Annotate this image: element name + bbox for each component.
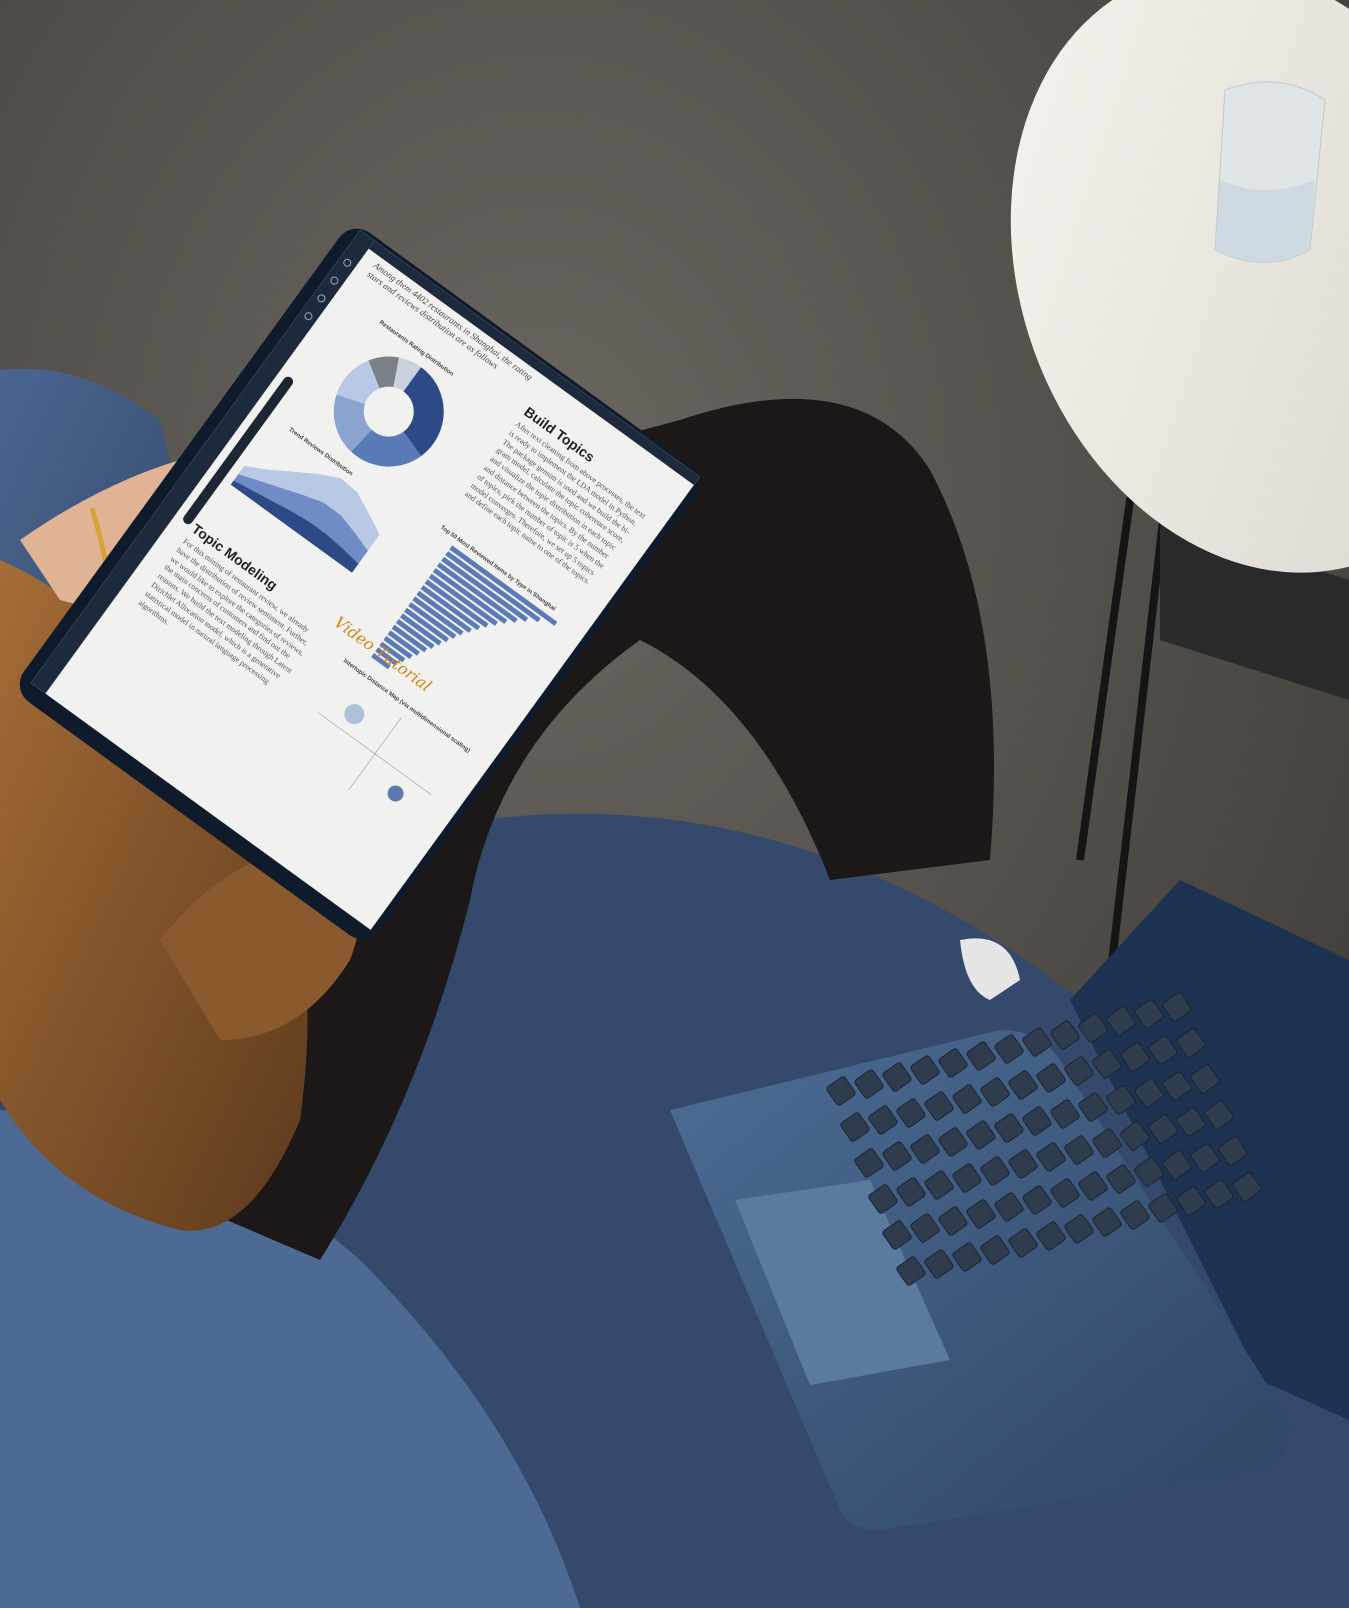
sidebar-icon[interactable] — [328, 275, 340, 287]
sidebar-icon[interactable] — [315, 292, 328, 304]
sidebar-icon[interactable] — [302, 310, 315, 322]
scatter-bubble — [344, 704, 365, 725]
glass-water — [1215, 180, 1315, 263]
sidebar-icon[interactable] — [341, 257, 353, 269]
water-glass — [1214, 81, 1326, 263]
scatter-bubble — [387, 785, 404, 802]
